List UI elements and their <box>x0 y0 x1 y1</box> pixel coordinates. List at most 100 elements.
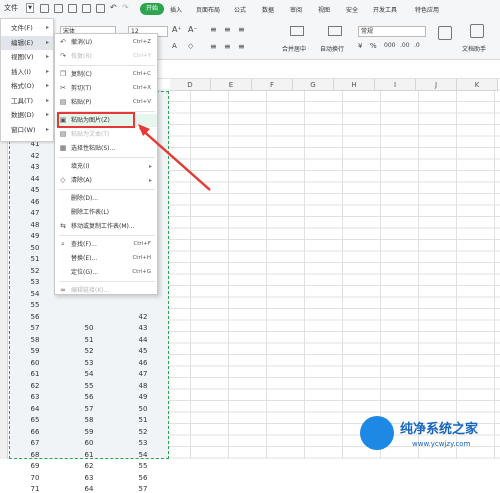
thousands-icon[interactable]: 000 <box>384 42 395 49</box>
nav-item[interactable]: 格式(O) ▸ <box>1 79 53 93</box>
table-cell[interactable]: 52 <box>64 347 114 355</box>
menu-item[interactable]: 填充(I) ▸ <box>55 160 157 173</box>
doc-assistant-icon[interactable] <box>470 24 484 38</box>
table-cell[interactable]: 54 <box>64 370 114 378</box>
menu-item[interactable]: 替换(E)... Ctrl+H <box>55 252 157 265</box>
clear-format-icon[interactable]: ◇ <box>188 42 193 50</box>
table-cell[interactable]: 42 <box>118 313 168 321</box>
menu-item[interactable]: ▦ 选择性粘贴(S)... <box>55 142 157 155</box>
table-cell[interactable]: 49 <box>118 393 168 401</box>
column-header[interactable]: H <box>334 79 375 91</box>
table-cell[interactable]: 59 <box>64 428 114 436</box>
table-cell[interactable]: 56 <box>64 393 114 401</box>
tab-data[interactable]: 数据 <box>262 5 274 14</box>
doc-assistant-button[interactable]: 文档助手 <box>462 44 486 53</box>
preview-icon[interactable] <box>82 4 91 13</box>
nav-item[interactable]: 视图(V) ▸ <box>1 50 53 64</box>
save-icon[interactable] <box>40 4 49 13</box>
menu-item[interactable]: 删除工作表(L) <box>55 206 157 219</box>
table-cell[interactable]: 51 <box>10 255 60 263</box>
tab-developer[interactable]: 开发工具 <box>373 5 397 14</box>
format-painter-icon[interactable] <box>96 4 105 13</box>
table-cell[interactable]: 61 <box>10 370 60 378</box>
table-cell[interactable]: 63 <box>10 393 60 401</box>
column-header[interactable]: D <box>170 79 211 91</box>
table-cell[interactable]: 44 <box>118 336 168 344</box>
print-icon[interactable] <box>68 4 77 13</box>
table-cell[interactable]: 62 <box>10 382 60 390</box>
menu-item[interactable]: ⇆ 移动或复制工作表(M)... <box>55 220 157 233</box>
table-cell[interactable]: 49 <box>10 232 60 240</box>
menu-item[interactable]: ❐ 复制(C) Ctrl+C <box>55 68 157 81</box>
font-color-icon[interactable]: A <box>172 42 177 50</box>
table-cell[interactable]: 65 <box>10 416 60 424</box>
font-grow-icon[interactable]: A⁺ <box>172 25 182 34</box>
table-cell[interactable]: 60 <box>10 359 60 367</box>
table-cell[interactable]: 59 <box>10 347 60 355</box>
table-cell[interactable]: 43 <box>10 163 60 171</box>
align-bottom-icon[interactable]: ≡ <box>238 25 245 34</box>
table-cell[interactable]: 50 <box>64 324 114 332</box>
tab-formula[interactable]: 公式 <box>234 5 246 14</box>
nav-item[interactable]: 编辑(E) ▸ <box>1 35 53 50</box>
table-cell[interactable]: 58 <box>10 336 60 344</box>
table-cell[interactable]: 47 <box>10 209 60 217</box>
table-cell[interactable]: 57 <box>64 405 114 413</box>
table-cell[interactable]: 42 <box>10 152 60 160</box>
table-cell[interactable]: 69 <box>10 462 60 470</box>
align-top-icon[interactable]: ≡ <box>210 25 217 34</box>
font-shrink-icon[interactable]: A⁻ <box>188 25 198 34</box>
column-header[interactable]: F <box>252 79 293 91</box>
table-cell[interactable]: 53 <box>10 278 60 286</box>
menu-item[interactable]: ◇ 清除(A) ▸ <box>55 174 157 187</box>
table-cell[interactable]: 50 <box>10 244 60 252</box>
align-center-icon[interactable]: ≡ <box>224 42 231 51</box>
table-cell[interactable]: 57 <box>10 324 60 332</box>
table-cell[interactable]: 63 <box>64 474 114 482</box>
table-cell[interactable]: 48 <box>118 382 168 390</box>
merge-center-button[interactable]: 合并居中 <box>282 44 306 53</box>
table-cell[interactable]: 53 <box>118 439 168 447</box>
table-cell[interactable]: 54 <box>118 451 168 459</box>
table-cell[interactable]: 61 <box>64 451 114 459</box>
decrease-decimal-icon[interactable]: .0 <box>414 42 420 49</box>
tab-security[interactable]: 安全 <box>346 5 358 14</box>
number-format-select[interactable]: 常规 <box>358 26 426 37</box>
table-cell[interactable]: 57 <box>118 485 168 493</box>
nav-item[interactable]: 数据(D) ▸ <box>1 108 53 122</box>
align-right-icon[interactable]: ≡ <box>238 42 245 51</box>
column-header[interactable]: I <box>375 79 416 91</box>
table-cell[interactable]: 71 <box>10 485 60 493</box>
file-menu-button[interactable]: 文件 <box>4 3 18 13</box>
table-cell[interactable]: 45 <box>10 186 60 194</box>
tab-insert[interactable]: 插入 <box>170 5 182 14</box>
tab-start[interactable]: 开始 <box>140 3 164 15</box>
table-cell[interactable]: 44 <box>10 175 60 183</box>
nav-item[interactable]: 窗口(W) ▸ <box>1 123 53 137</box>
column-header[interactable]: J <box>416 79 457 91</box>
tab-special[interactable]: 特色应用 <box>415 5 439 14</box>
align-left-icon[interactable]: ≡ <box>210 42 217 51</box>
menu-item[interactable]: 删除(D)... <box>55 192 157 205</box>
align-middle-icon[interactable]: ≡ <box>224 25 231 34</box>
menu-item[interactable]: ✂ 剪切(T) Ctrl+X <box>55 82 157 95</box>
table-cell[interactable]: 62 <box>64 462 114 470</box>
table-cell[interactable]: 68 <box>10 451 60 459</box>
table-cell[interactable]: 51 <box>118 416 168 424</box>
table-cell[interactable]: 48 <box>10 221 60 229</box>
redo-icon[interactable]: ↷ <box>122 3 129 12</box>
row-header-gutter[interactable] <box>0 91 8 459</box>
table-cell[interactable]: 67 <box>10 439 60 447</box>
table-cell[interactable]: 50 <box>118 405 168 413</box>
table-cell[interactable]: 46 <box>10 198 60 206</box>
table-cell[interactable]: 45 <box>118 347 168 355</box>
table-cell[interactable]: 43 <box>118 324 168 332</box>
menu-item[interactable]: ▤ 粘贴(P) Ctrl+V <box>55 96 157 109</box>
table-cell[interactable]: 54 <box>10 290 60 298</box>
menu-item[interactable]: ↶ 撤消(U) Ctrl+Z <box>55 36 157 49</box>
nav-item[interactable]: 工具(T) ▸ <box>1 94 53 108</box>
chevron-down-icon[interactable]: ▼ <box>26 3 34 13</box>
table-cell[interactable]: 64 <box>10 405 60 413</box>
undo-icon[interactable]: ↶ <box>110 3 117 12</box>
column-header[interactable]: E <box>211 79 252 91</box>
